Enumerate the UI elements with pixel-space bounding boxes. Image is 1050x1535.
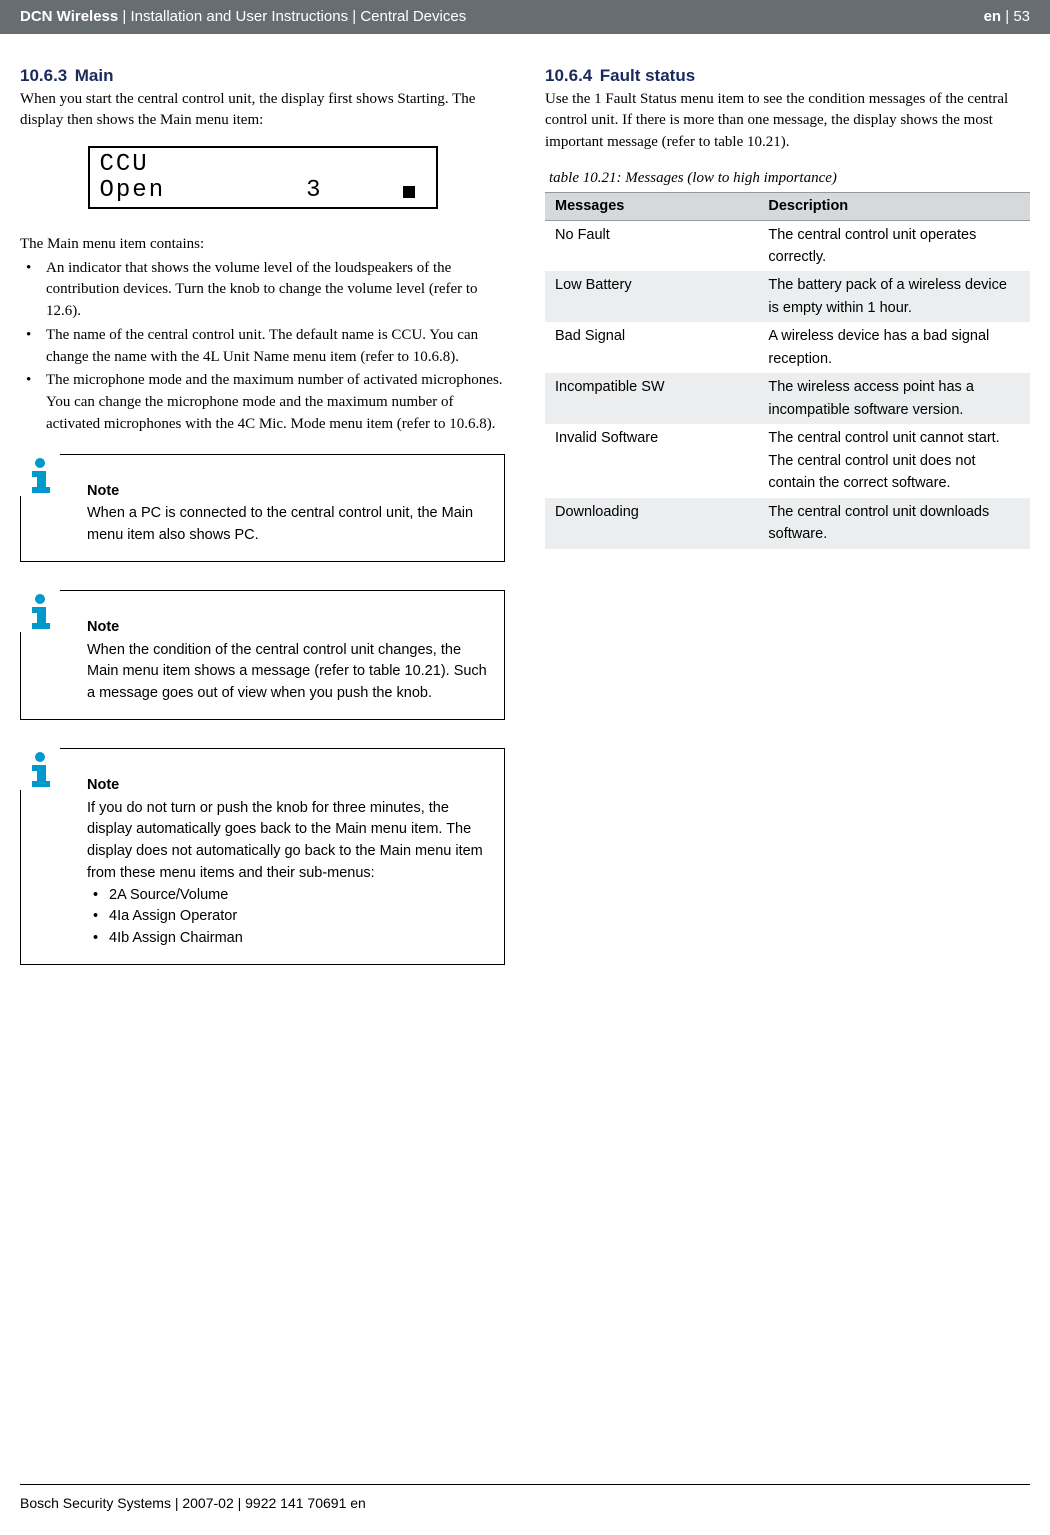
list-item: An indicator that shows the volume level… bbox=[20, 258, 505, 323]
note-box-3: Note If you do not turn or push the knob… bbox=[20, 748, 505, 965]
list-item: The name of the central control unit. Th… bbox=[20, 325, 505, 369]
section-heading-fault: 10.6.4 Fault status bbox=[545, 64, 1030, 89]
chapter-name: Central Devices bbox=[360, 8, 466, 25]
lcd-line1: CCU bbox=[100, 152, 426, 178]
stop-icon bbox=[403, 186, 415, 198]
note-text: When the condition of the central contro… bbox=[87, 642, 487, 702]
info-icon bbox=[20, 748, 60, 790]
list-item: The microphone mode and the maximum numb… bbox=[20, 370, 505, 435]
th-description: Description bbox=[758, 192, 1030, 220]
note-box-1: Note When a PC is connected to the centr… bbox=[20, 454, 505, 562]
table-row: Invalid Software The central control uni… bbox=[545, 424, 1030, 497]
messages-table: Messages Description No Fault The centra… bbox=[545, 192, 1030, 549]
table-row: Downloading The central control unit dow… bbox=[545, 498, 1030, 549]
table-row: Incompatible SW The wireless access poin… bbox=[545, 373, 1030, 424]
note-text: When a PC is connected to the central co… bbox=[87, 505, 473, 543]
header-left: DCN Wireless | Installation and User Ins… bbox=[20, 6, 466, 28]
note3-sublist: 2A Source/Volume 4Ia Assign Operator 4Ib… bbox=[87, 885, 490, 950]
table-row: No Fault The central control unit operat… bbox=[545, 220, 1030, 271]
product-name: DCN Wireless bbox=[20, 8, 118, 25]
doc-title: Installation and User Instructions bbox=[130, 8, 348, 25]
fault-intro: Use the 1 Fault Status menu item to see … bbox=[545, 89, 1030, 154]
page-content: 10.6.3 Main When you start the central c… bbox=[0, 34, 1050, 993]
page-number: 53 bbox=[1013, 8, 1030, 25]
lcd-display: CCU Open 3 bbox=[88, 146, 438, 209]
table-caption: table 10.21: Messages (low to high impor… bbox=[549, 168, 1030, 190]
lang-code: en bbox=[984, 8, 1002, 25]
note-box-2: Note When the condition of the central c… bbox=[20, 590, 505, 720]
section-heading-main: 10.6.3 Main bbox=[20, 64, 505, 89]
info-icon bbox=[20, 454, 60, 496]
page-header: DCN Wireless | Installation and User Ins… bbox=[0, 0, 1050, 34]
right-column: 10.6.4 Fault status Use the 1 Fault Stat… bbox=[545, 64, 1030, 993]
list-item: 2A Source/Volume bbox=[87, 885, 490, 907]
page-footer: Bosch Security Systems | 2007-02 | 9922 … bbox=[20, 1484, 1030, 1513]
left-column: 10.6.3 Main When you start the central c… bbox=[20, 64, 505, 993]
main-intro: When you start the central control unit,… bbox=[20, 89, 505, 133]
th-messages: Messages bbox=[545, 192, 758, 220]
note-text: If you do not turn or push the knob for … bbox=[87, 800, 483, 881]
main-bullet-list: An indicator that shows the volume level… bbox=[20, 258, 505, 436]
header-right: en | 53 bbox=[984, 6, 1030, 28]
table-row: Low Battery The battery pack of a wirele… bbox=[545, 271, 1030, 322]
lcd-line2: Open 3 bbox=[100, 178, 426, 204]
list-intro: The Main menu item contains: bbox=[20, 234, 505, 256]
info-icon bbox=[20, 590, 60, 632]
table-header-row: Messages Description bbox=[545, 192, 1030, 220]
table-row: Bad Signal A wireless device has a bad s… bbox=[545, 322, 1030, 373]
list-item: 4Ia Assign Operator bbox=[87, 906, 490, 928]
list-item: 4Ib Assign Chairman bbox=[87, 928, 490, 950]
